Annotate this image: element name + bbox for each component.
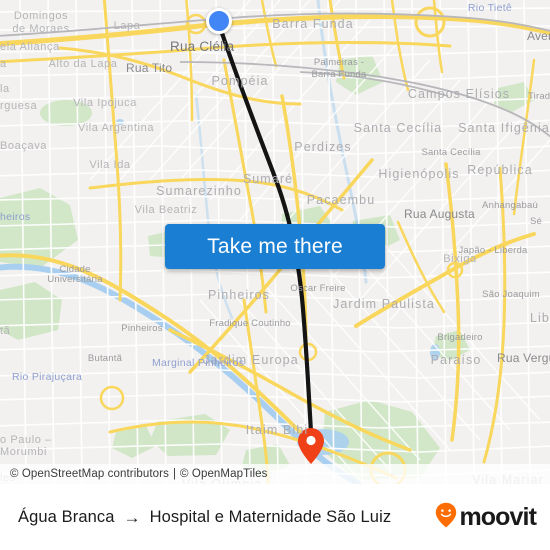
moovit-map-share-card: Domingos de Moraes ela Aliança a Alto da Lap… bbox=[0, 0, 550, 550]
attribution-separator: | bbox=[172, 468, 177, 480]
origin-label: Água Branca bbox=[18, 507, 115, 526]
destination-label: Hospital e Maternidade São Luiz bbox=[149, 507, 392, 526]
map-attribution: © OpenStreetMap contributors | © OpenMap… bbox=[0, 464, 550, 484]
take-me-there-button[interactable]: Take me there bbox=[165, 224, 385, 269]
footer-bar: Água Branca → Hospital e Maternidade São… bbox=[0, 484, 550, 550]
route-summary: Água Branca → Hospital e Maternidade São… bbox=[18, 508, 435, 527]
attribution-osm[interactable]: © OpenStreetMap contributors bbox=[10, 468, 169, 480]
moovit-pin-icon bbox=[435, 502, 457, 533]
map-canvas[interactable]: Domingos de Moraes ela Aliança a Alto da Lap… bbox=[0, 0, 550, 484]
destination-pin-marker[interactable] bbox=[297, 427, 325, 465]
moovit-wordmark: moovit bbox=[459, 502, 536, 531]
attribution-tiles[interactable]: © OpenMapTiles bbox=[180, 468, 267, 480]
origin-point-marker[interactable] bbox=[206, 8, 232, 34]
moovit-logo[interactable]: moovit bbox=[435, 502, 537, 533]
arrow-right-icon: → bbox=[123, 507, 141, 527]
